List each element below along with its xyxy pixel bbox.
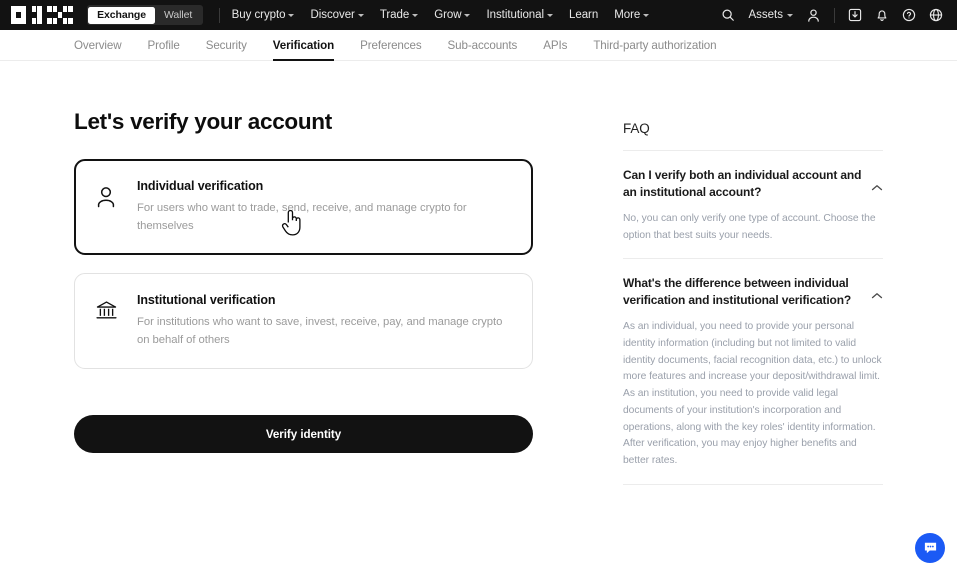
top-nav-actions: Assets <box>721 7 943 23</box>
tab-preferences[interactable]: Preferences <box>347 39 434 60</box>
nav-divider-2 <box>834 7 835 23</box>
user-icon[interactable] <box>806 8 821 23</box>
faq-question-row[interactable]: What's the difference between individual… <box>623 275 883 309</box>
nav-item-trade[interactable]: Trade <box>379 9 419 21</box>
chevron-down-icon <box>643 14 650 17</box>
download-icon[interactable] <box>848 8 862 22</box>
option-description: For institutions who want to save, inves… <box>137 316 503 346</box>
nav-item-discover[interactable]: Discover <box>310 9 364 21</box>
option-title: Individual verification <box>137 179 264 193</box>
nav-item-grow[interactable]: Grow <box>434 9 471 21</box>
nav-label: Discover <box>310 9 355 21</box>
tab-third-party-authorization[interactable]: Third-party authorization <box>580 39 729 60</box>
nav-item-learn[interactable]: Learn <box>569 9 598 21</box>
faq-answer: No, you can only verify one type of acco… <box>623 213 876 241</box>
nav-item-more[interactable]: More <box>614 9 650 21</box>
nav-label: Institutional <box>486 9 545 21</box>
option-text-block: Institutional verification For instituti… <box>137 292 512 349</box>
help-icon[interactable] <box>902 8 916 22</box>
okx-logo[interactable] <box>11 6 73 24</box>
tab-apis[interactable]: APIs <box>530 39 580 60</box>
chat-support-button[interactable] <box>915 533 945 563</box>
exchange-wallet-toggle[interactable]: Exchange Wallet <box>86 5 203 25</box>
option-text-block: Individual verification For users who wa… <box>137 178 512 235</box>
toggle-wallet[interactable]: Wallet <box>155 7 201 24</box>
nav-item-institutional[interactable]: Institutional <box>486 9 554 21</box>
faq-item[interactable]: What's the difference between individual… <box>623 259 883 485</box>
faq-question: Can I verify both an individual account … <box>623 168 862 200</box>
option-description: For users who want to trade, send, recei… <box>137 202 467 232</box>
nav-label: Learn <box>569 9 599 21</box>
tab-profile[interactable]: Profile <box>135 39 193 60</box>
globe-icon[interactable] <box>929 8 943 22</box>
verify-identity-button[interactable]: Verify identity <box>74 415 533 453</box>
faq-question-row[interactable]: Can I verify both an individual account … <box>623 167 883 201</box>
nav-label: Trade <box>379 9 410 21</box>
toggle-exchange[interactable]: Exchange <box>88 6 155 24</box>
chevron-down-icon <box>787 14 793 17</box>
faq-heading: FAQ <box>623 121 883 151</box>
bank-icon <box>95 292 121 327</box>
main-nav-links: Buy crypto Discover Trade Grow Instituti… <box>232 9 650 21</box>
nav-label: Grow <box>434 9 462 21</box>
chevron-down-icon <box>464 14 471 17</box>
option-institutional-verification[interactable]: Institutional verification For instituti… <box>74 273 533 369</box>
tab-sub-accounts[interactable]: Sub-accounts <box>435 39 531 60</box>
nav-item-buy-crypto[interactable]: Buy crypto <box>232 9 295 21</box>
page-content: Let's verify your account Individual ver… <box>0 61 957 485</box>
nav-label: More <box>614 9 641 21</box>
option-individual-verification[interactable]: Individual verification For users who wa… <box>74 159 533 255</box>
nav-item-assets[interactable]: Assets <box>748 9 793 21</box>
chevron-up-icon[interactable] <box>871 287 883 305</box>
chevron-down-icon <box>288 14 295 17</box>
tab-overview[interactable]: Overview <box>74 39 135 60</box>
chevron-down-icon <box>547 14 554 17</box>
chevron-down-icon <box>412 14 419 17</box>
chevron-down-icon <box>357 14 364 17</box>
account-tabs: Overview Profile Security Verification P… <box>0 30 957 61</box>
search-icon[interactable] <box>721 8 735 22</box>
option-title: Institutional verification <box>137 293 276 307</box>
faq-item[interactable]: Can I verify both an individual account … <box>623 151 883 260</box>
verification-panel: Let's verify your account Individual ver… <box>74 61 533 485</box>
tab-verification[interactable]: Verification <box>260 39 347 61</box>
tab-security[interactable]: Security <box>193 39 260 60</box>
faq-panel: FAQ Can I verify both an individual acco… <box>623 61 883 485</box>
layout-spacer <box>533 61 623 485</box>
chat-bubble-icon <box>924 542 936 553</box>
faq-answer: As an individual, you need to provide yo… <box>623 321 882 466</box>
page-title: Let's verify your account <box>74 109 332 134</box>
assets-label: Assets <box>748 9 783 21</box>
bell-icon[interactable] <box>875 8 889 22</box>
nav-label: Buy crypto <box>231 9 286 21</box>
chevron-up-icon[interactable] <box>871 179 883 197</box>
faq-question: What's the difference between individual… <box>623 276 852 308</box>
person-icon <box>95 178 121 214</box>
nav-divider <box>218 7 220 23</box>
top-navigation-bar: Exchange Wallet Buy crypto Discover Trad… <box>0 0 957 30</box>
